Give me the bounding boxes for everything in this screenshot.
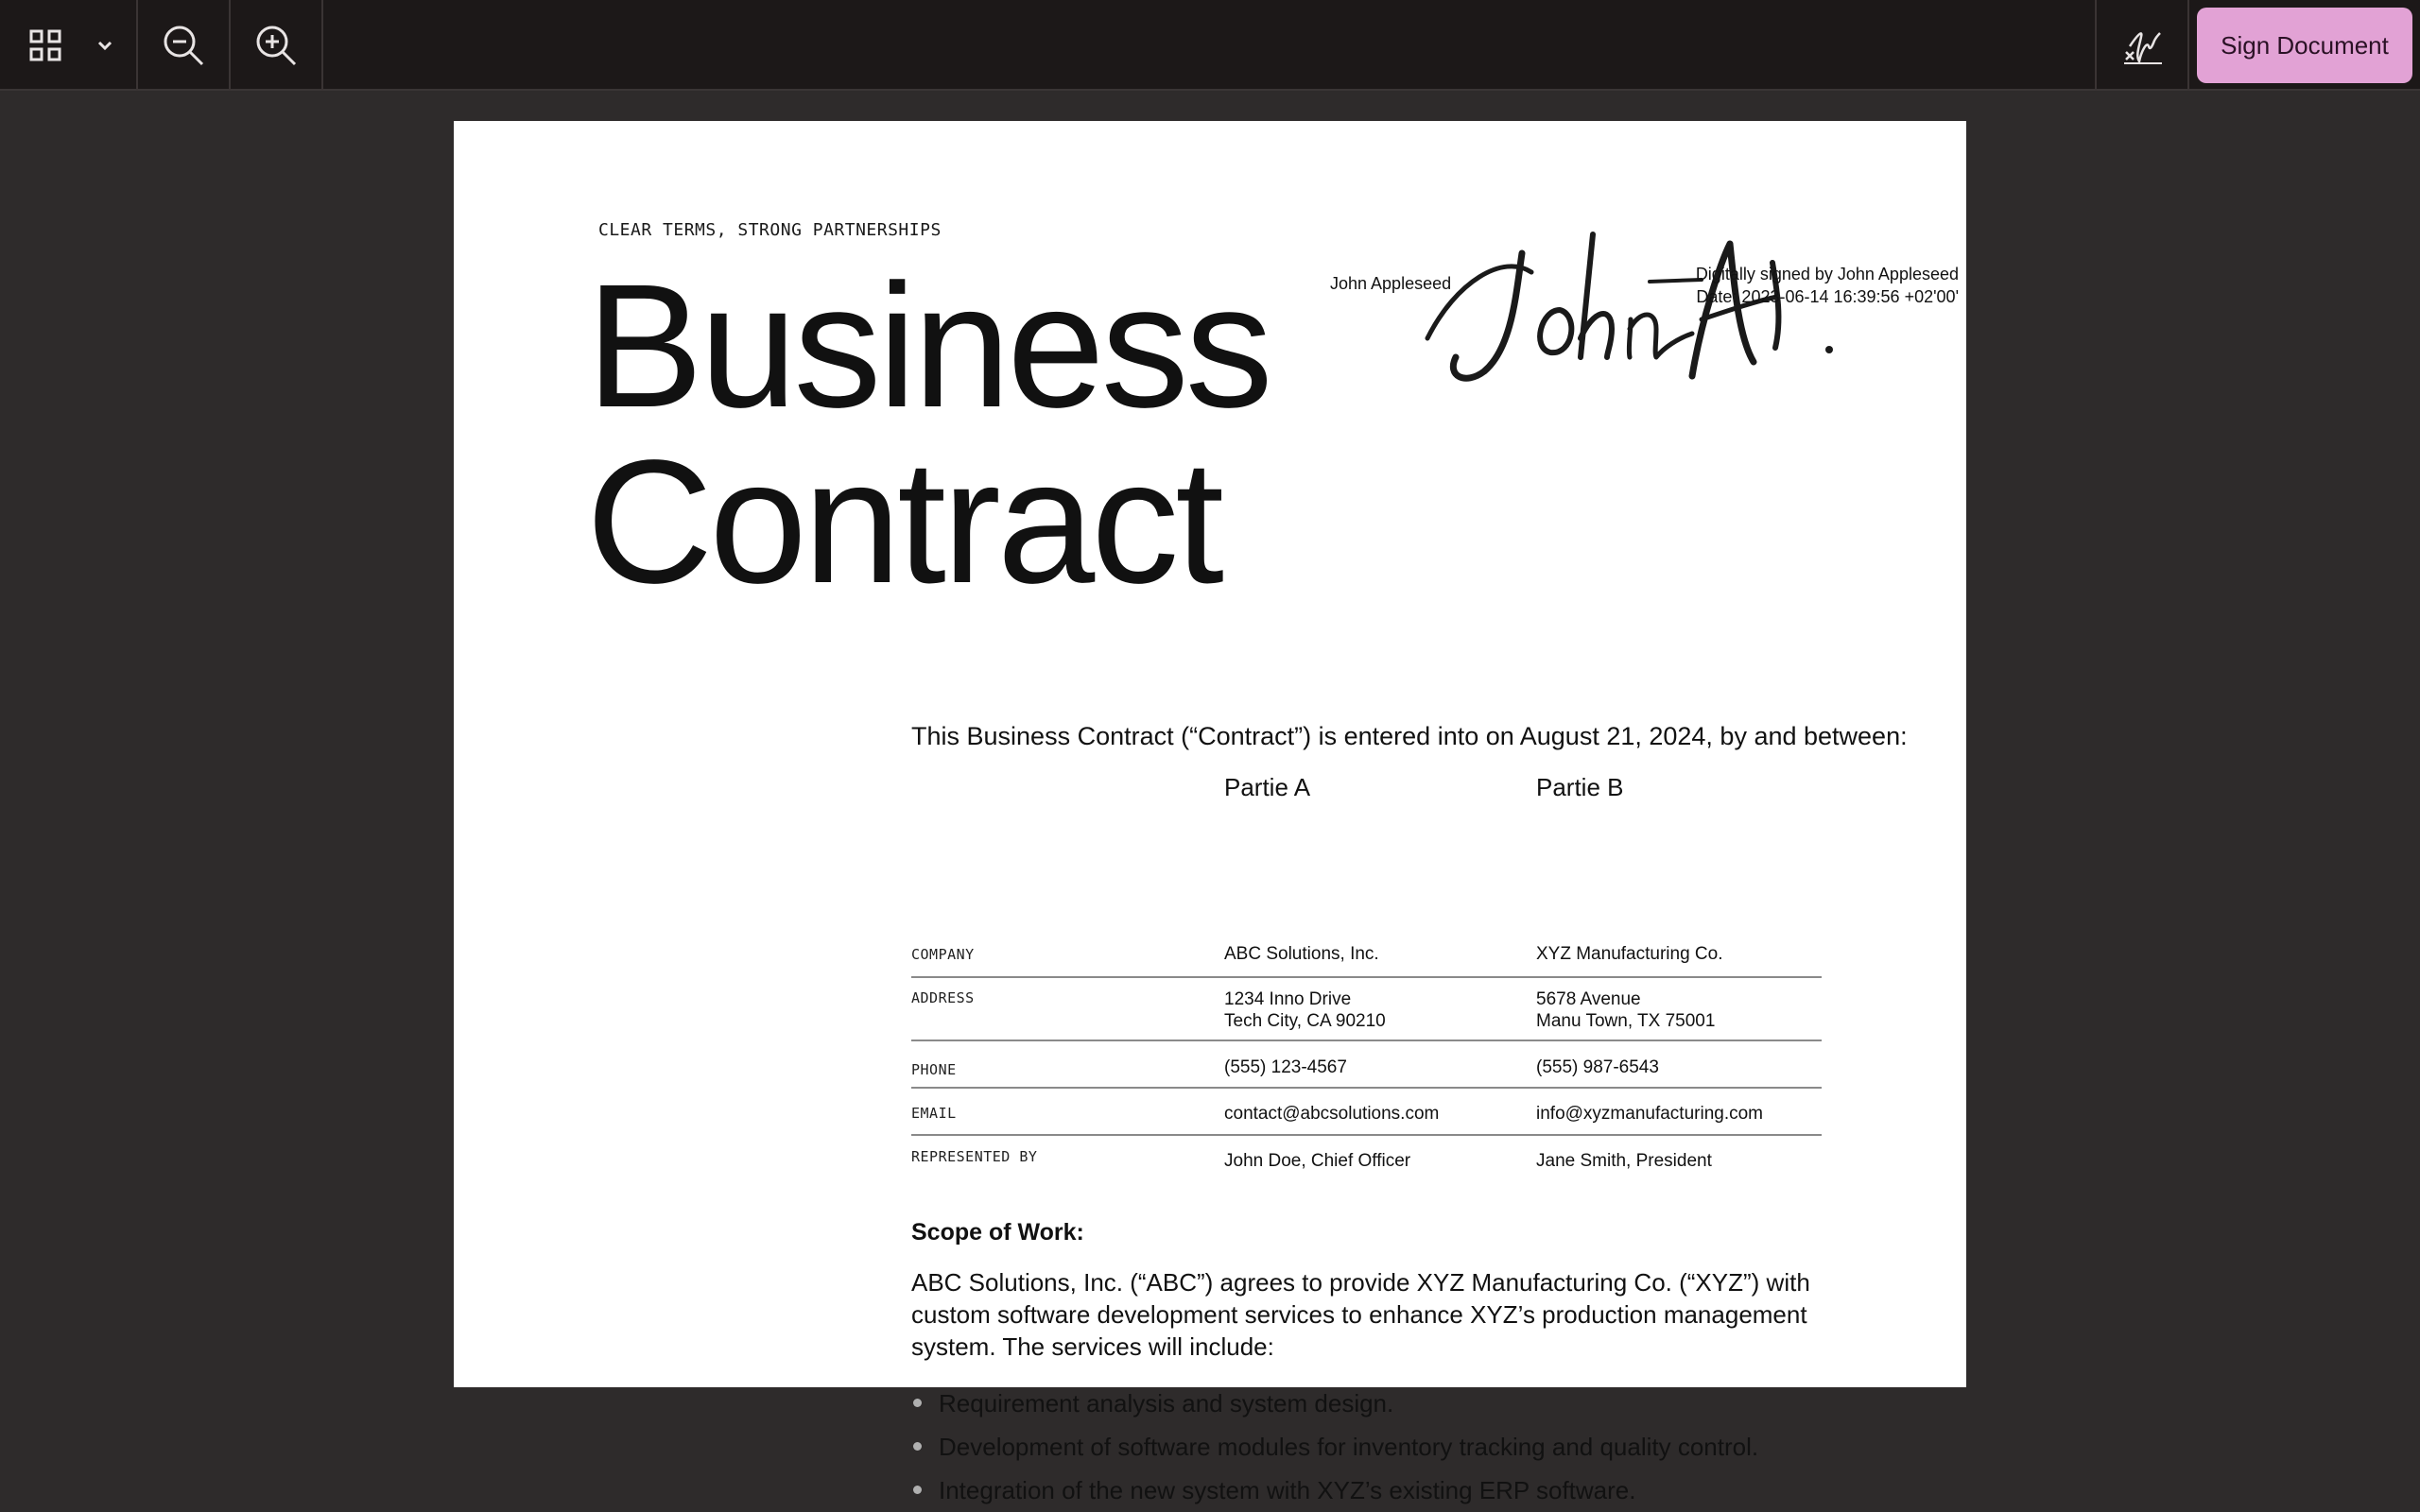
bullet-dot — [913, 1399, 922, 1407]
signature-date: Date: 2023-06-14 16:39:56 +02'00' — [1696, 287, 1959, 306]
row-label: EMAIL — [911, 1105, 957, 1122]
document-page: CLEAR TERMS, STRONG PARTNERSHIPS Busines… — [454, 121, 1966, 1504]
party-a-representative: John Doe, Chief Officer — [1224, 1151, 1411, 1171]
title-line-2: Contract — [586, 424, 1224, 620]
bullet-dot — [913, 1442, 922, 1451]
party-a-company: ABC Solutions, Inc. — [1224, 944, 1379, 964]
party-a-address-line1: 1234 Inno Drive — [1224, 989, 1352, 1009]
row-divider — [911, 1040, 1822, 1041]
bullet-dot — [913, 1486, 922, 1494]
document-title: Business Contract — [586, 259, 1273, 610]
party-b-company: XYZ Manufacturing Co. — [1536, 944, 1723, 964]
contract-intro: This Business Contract (“Contract”) is e… — [911, 722, 1908, 750]
party-b-header: Partie B — [1536, 773, 1624, 801]
party-b-address-line1: 5678 Avenue — [1536, 989, 1641, 1009]
zoom-in-icon[interactable] — [231, 0, 321, 91]
list-item-text: Requirement analysis and system design. — [939, 1389, 1394, 1418]
chevron-down-icon[interactable] — [91, 0, 119, 91]
signature-icon[interactable] — [2097, 0, 2187, 91]
party-a-email: contact@abcsolutions.com — [1224, 1104, 1440, 1124]
party-a-header: Partie A — [1224, 773, 1311, 801]
list-item-text: Integration of the new system with XYZ’s… — [939, 1476, 1636, 1504]
party-a-phone: (555) 123-4567 — [1224, 1057, 1347, 1077]
party-b-phone: (555) 987-6543 — [1536, 1057, 1659, 1077]
sign-document-button[interactable]: Sign Document — [2197, 8, 2412, 83]
list-item: Development of software modules for inve… — [911, 1425, 1758, 1469]
scope-of-work-heading: Scope of Work: — [911, 1219, 1084, 1246]
list-item: Requirement analysis and system design. — [911, 1382, 1758, 1425]
party-b-address-line2: Manu Town, TX 75001 — [1536, 1011, 1716, 1031]
document-tagline: CLEAR TERMS, STRONG PARTNERSHIPS — [598, 220, 942, 240]
signed-by-text: Digitally signed by John Appleseed — [1695, 265, 1959, 284]
title-line-1: Business — [586, 249, 1273, 444]
list-item: Integration of the new system with XYZ’s… — [911, 1469, 1758, 1512]
row-label: PHONE — [911, 1061, 957, 1078]
services-list: Requirement analysis and system design. … — [911, 1382, 1758, 1512]
row-label: REPRESENTED BY — [911, 1148, 1038, 1165]
scope-of-work-text: ABC Solutions, Inc. (“ABC”) agrees to pr… — [911, 1268, 1810, 1361]
party-a-address-line2: Tech City, CA 90210 — [1224, 1011, 1386, 1031]
row-label: COMPANY — [911, 946, 975, 963]
row-divider — [911, 1087, 1822, 1089]
party-b-email: info@xyzmanufacturing.com — [1536, 1104, 1763, 1124]
row-divider — [911, 1134, 1822, 1136]
party-b-representative: Jane Smith, President — [1536, 1151, 1712, 1171]
list-item-text: Development of software modules for inve… — [939, 1433, 1759, 1461]
toolbar: Sign Document — [0, 0, 2420, 91]
row-label: ADDRESS — [911, 989, 975, 1006]
grid-icon[interactable] — [19, 0, 72, 91]
zoom-out-icon[interactable] — [138, 0, 229, 91]
row-divider — [911, 976, 1822, 978]
toolbar-divider — [321, 0, 323, 91]
signer-name: John Appleseed — [1330, 274, 1452, 293]
toolbar-divider — [2187, 0, 2189, 91]
signature-details: Digitally signed by John Appleseed Date:… — [1647, 263, 1959, 308]
